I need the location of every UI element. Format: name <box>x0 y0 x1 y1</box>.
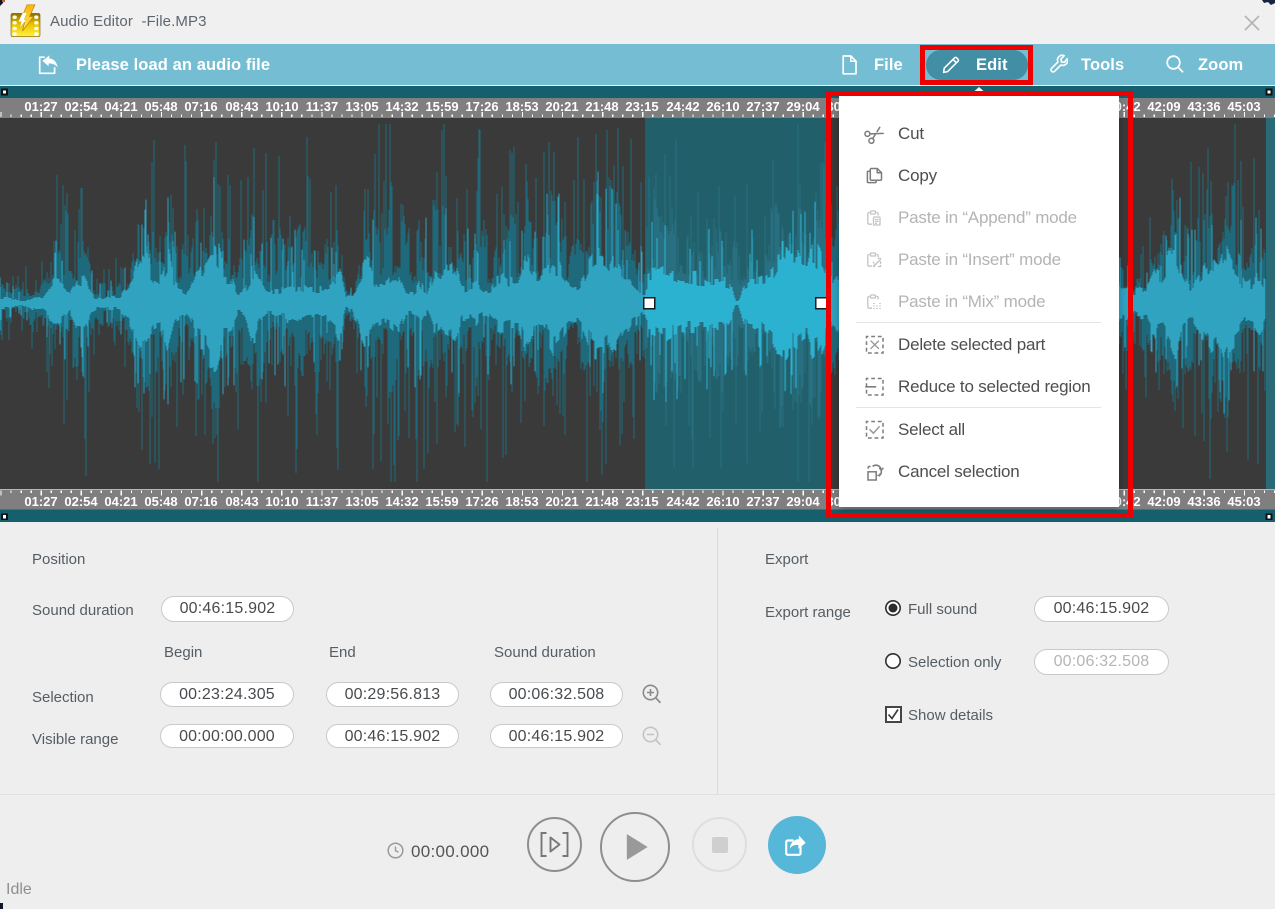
svg-text:17:26: 17:26 <box>465 99 498 114</box>
svg-text:08:43: 08:43 <box>225 99 258 114</box>
svg-text:14:32: 14:32 <box>385 494 418 509</box>
svg-text:42:09: 42:09 <box>1147 99 1180 114</box>
svg-text:11:37: 11:37 <box>306 494 339 509</box>
svg-text:15:59: 15:59 <box>425 494 458 509</box>
svg-text:45:03: 45:03 <box>1227 494 1260 509</box>
svg-text:07:16: 07:16 <box>184 99 217 114</box>
svg-text:13:05: 13:05 <box>345 494 378 509</box>
svg-text:18:53: 18:53 <box>505 99 538 114</box>
svg-text:27:37: 27:37 <box>746 494 779 509</box>
svg-text:14:32: 14:32 <box>385 99 418 114</box>
svg-text:11:37: 11:37 <box>306 99 339 114</box>
svg-text:04:21: 04:21 <box>104 99 137 114</box>
svg-text:10:10: 10:10 <box>265 494 298 509</box>
svg-text:20:21: 20:21 <box>545 99 578 114</box>
svg-text:26:10: 26:10 <box>706 494 739 509</box>
svg-text:18:53: 18:53 <box>505 494 538 509</box>
svg-text:42:09: 42:09 <box>1147 494 1180 509</box>
svg-text:05:48: 05:48 <box>144 494 177 509</box>
svg-text:10:10: 10:10 <box>265 99 298 114</box>
svg-text:29:04: 29:04 <box>786 99 820 114</box>
svg-text:24:42: 24:42 <box>666 494 699 509</box>
svg-text:23:15: 23:15 <box>625 494 658 509</box>
svg-text:29:04: 29:04 <box>786 494 820 509</box>
svg-text:07:16: 07:16 <box>184 494 217 509</box>
svg-text:45:03: 45:03 <box>1227 99 1260 114</box>
svg-text:02:54: 02:54 <box>64 494 98 509</box>
svg-text:21:48: 21:48 <box>585 99 618 114</box>
svg-text:13:05: 13:05 <box>345 99 378 114</box>
svg-text:43:36: 43:36 <box>1187 99 1220 114</box>
svg-text:05:48: 05:48 <box>144 99 177 114</box>
svg-text:27:37: 27:37 <box>746 99 779 114</box>
svg-text:08:43: 08:43 <box>225 494 258 509</box>
svg-text:20:21: 20:21 <box>545 494 578 509</box>
svg-text:21:48: 21:48 <box>585 494 618 509</box>
svg-text:02:54: 02:54 <box>64 99 98 114</box>
svg-text:23:15: 23:15 <box>625 99 658 114</box>
svg-text:17:26: 17:26 <box>465 494 498 509</box>
svg-text:04:21: 04:21 <box>104 494 137 509</box>
svg-text:26:10: 26:10 <box>706 99 739 114</box>
svg-text:01:27: 01:27 <box>24 99 57 114</box>
svg-text:01:27: 01:27 <box>24 494 57 509</box>
svg-text:15:59: 15:59 <box>425 99 458 114</box>
svg-text:43:36: 43:36 <box>1187 494 1220 509</box>
svg-text:24:42: 24:42 <box>666 99 699 114</box>
